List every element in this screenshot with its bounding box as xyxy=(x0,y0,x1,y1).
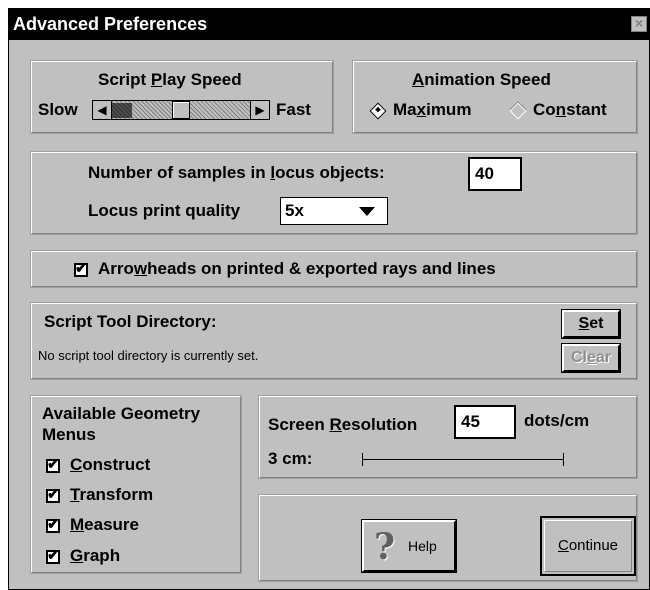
slider-right-arrow-icon[interactable]: ▶ xyxy=(250,100,270,120)
geometry-menus-panel: Available Geometry Menus Construct Trans… xyxy=(30,395,242,574)
resolution-label: Screen Resolution xyxy=(268,415,418,434)
slider-track[interactable] xyxy=(112,100,250,120)
quality-label: Locus print quality xyxy=(88,201,241,220)
dialog-title: Advanced Preferences xyxy=(13,14,208,34)
script-play-speed-heading: Script Play Speed xyxy=(98,70,242,89)
fast-label: Fast xyxy=(276,100,311,119)
button-area-panel: ? Help Continue xyxy=(258,494,638,582)
arrowheads-panel: Arrowheads on printed & exported rays an… xyxy=(30,250,638,288)
arrowheads-checkbox[interactable]: Arrowheads on printed & exported rays an… xyxy=(74,259,496,279)
locus-panel: Number of samples in locus objects: 40 L… xyxy=(30,151,638,235)
check-icon xyxy=(46,546,60,564)
quality-value: 5x xyxy=(285,201,304,220)
continue-label: Continue xyxy=(544,520,632,572)
menu-construct-checkbox[interactable]: Construct xyxy=(46,455,150,475)
ruler-tick-left xyxy=(362,453,363,466)
menus-heading-line1: Available Geometry xyxy=(42,404,201,423)
chevron-down-icon[interactable] xyxy=(359,207,375,216)
menus-heading: Available Geometry Menus xyxy=(42,403,200,445)
radio-unselected-icon xyxy=(509,102,527,120)
ruler-line xyxy=(362,459,564,460)
ruler-label: 3 cm: xyxy=(268,449,313,468)
resolution-field[interactable]: 45 xyxy=(454,405,516,439)
radio-constant[interactable]: Constant xyxy=(506,100,607,120)
samples-field[interactable]: 40 xyxy=(468,157,522,191)
animation-speed-heading: Animation Speed xyxy=(412,70,551,89)
arrowheads-check-icon xyxy=(74,259,88,277)
close-icon[interactable]: × xyxy=(631,16,647,32)
slider-left-arrow-icon[interactable]: ◀ xyxy=(92,100,112,120)
slider-thumb[interactable] xyxy=(172,101,190,119)
menu-graph-checkbox[interactable]: Graph xyxy=(46,546,120,566)
clear-button[interactable]: Clear xyxy=(561,343,621,373)
slow-label: Slow xyxy=(38,100,78,119)
slider-progress xyxy=(112,103,132,118)
script-tool-status: No script tool directory is currently se… xyxy=(38,348,259,363)
check-icon xyxy=(46,455,60,473)
menu-measure-checkbox[interactable]: Measure xyxy=(46,515,139,535)
set-button[interactable]: Set xyxy=(561,309,621,339)
check-icon xyxy=(46,515,60,533)
check-icon xyxy=(46,485,60,503)
script-tool-panel: Script Tool Directory: No script tool di… xyxy=(30,302,638,380)
title-bar: Advanced Preferences × xyxy=(9,9,649,40)
screen-resolution-panel: Screen Resolution 45 dots/cm 3 cm: xyxy=(258,395,638,479)
menu-transform-checkbox[interactable]: Transform xyxy=(46,485,153,505)
help-label: Help xyxy=(408,538,437,554)
radio-selected-icon xyxy=(369,102,387,120)
quality-select[interactable]: 5x xyxy=(280,197,388,225)
advanced-preferences-dialog: Advanced Preferences × Script Play Speed… xyxy=(8,8,650,590)
samples-label: Number of samples in locus objects: xyxy=(88,163,385,182)
ruler-tick-right xyxy=(563,453,564,466)
menus-heading-line2: Menus xyxy=(42,425,96,444)
script-play-speed-panel: Script Play Speed Slow ◀ ▶ Fast xyxy=(30,60,334,134)
animation-speed-panel: Animation Speed Maximum Constant xyxy=(352,60,638,134)
help-button[interactable]: ? Help xyxy=(361,519,457,573)
script-speed-slider[interactable]: ◀ ▶ xyxy=(92,100,270,122)
continue-button[interactable]: Continue xyxy=(540,516,636,576)
radio-maximum[interactable]: Maximum xyxy=(366,100,471,120)
help-icon: ? xyxy=(374,526,396,568)
resolution-unit: dots/cm xyxy=(524,411,590,430)
script-tool-heading: Script Tool Directory: xyxy=(44,312,217,331)
